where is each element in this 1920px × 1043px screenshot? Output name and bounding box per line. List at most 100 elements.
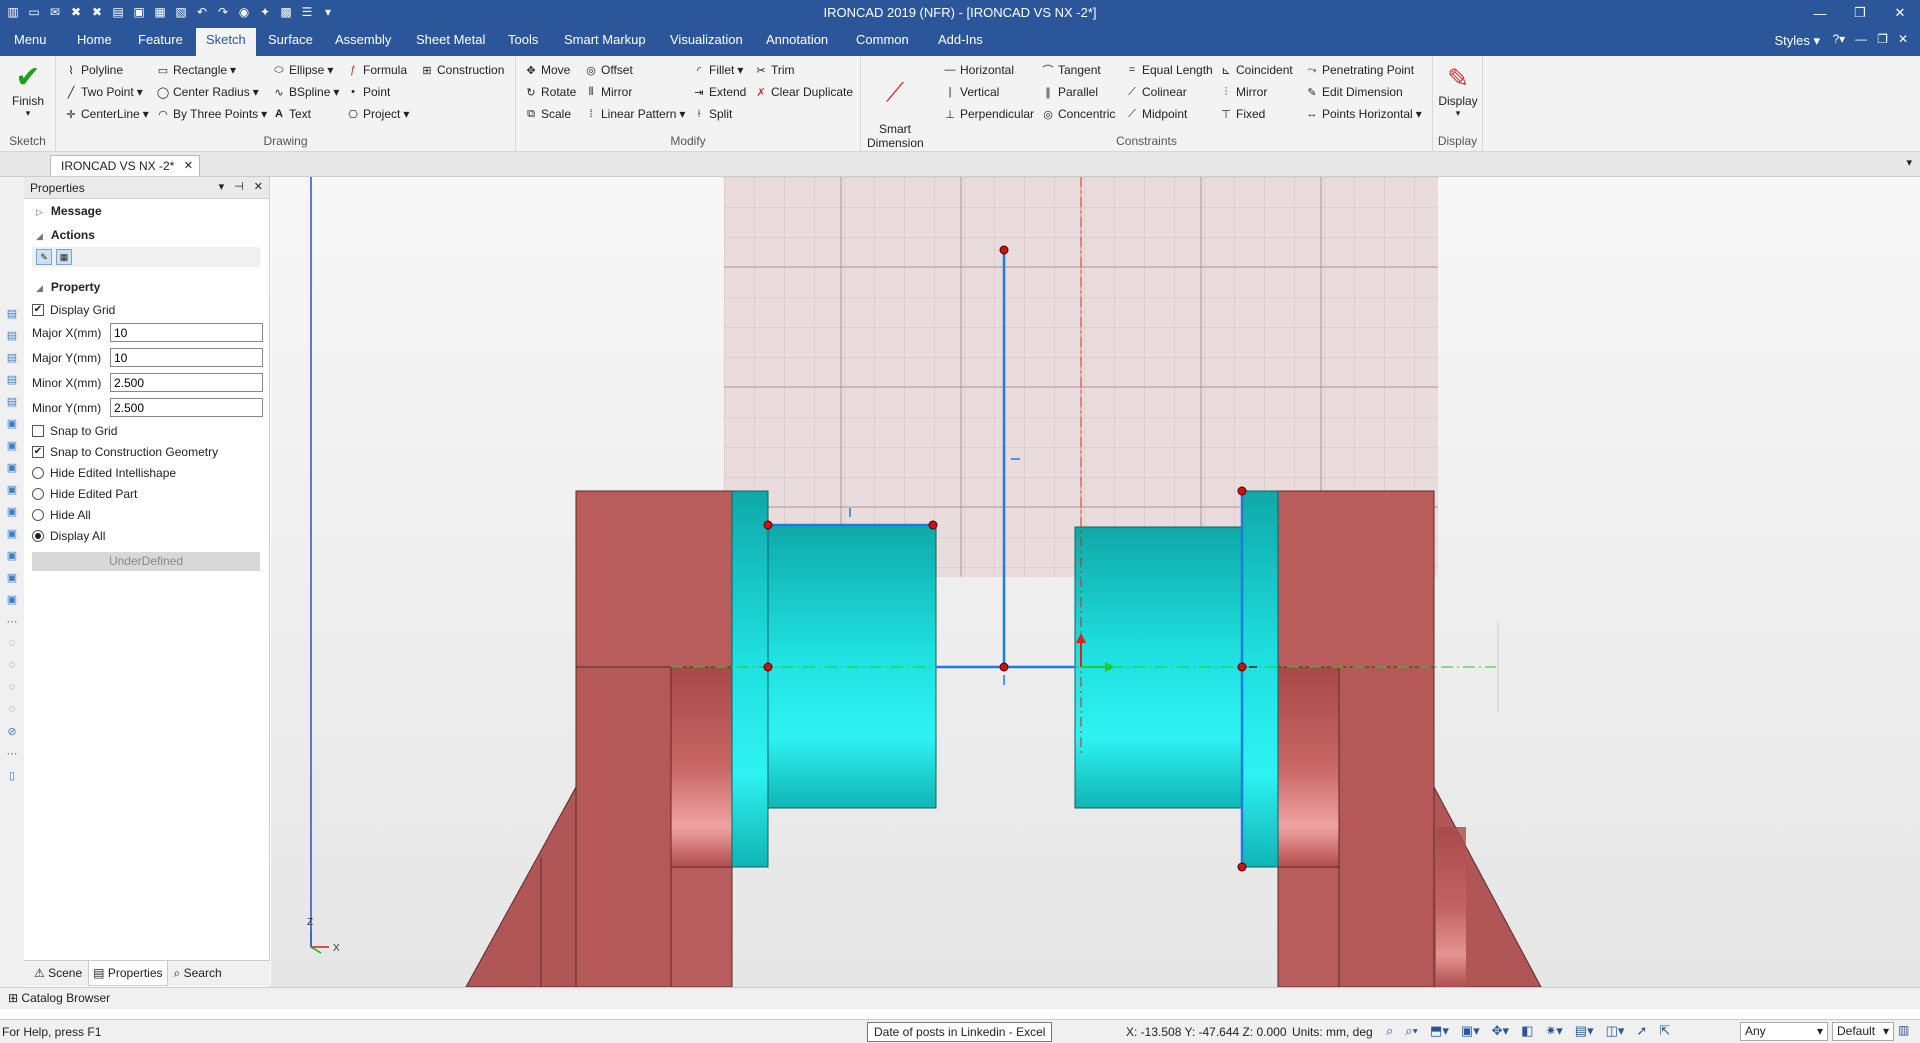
tool-icon-20[interactable]: ⊘ (0, 725, 24, 747)
zoom-dropdown-icon[interactable]: ⌕▾ (1405, 1023, 1418, 1039)
snap-to-grid-checkbox[interactable]: Snap to Grid (24, 420, 269, 441)
display-grid-checkbox[interactable]: ✔ Display Grid (24, 299, 269, 320)
app-logo-icon[interactable]: ▥ (4, 3, 22, 21)
fixed-button[interactable]: ⊤ Fixed (1219, 107, 1265, 121)
tool-icon-11[interactable]: ▣ (0, 527, 24, 549)
major-x-input[interactable] (110, 323, 263, 342)
render-mode-icon[interactable]: ▣▾ (1461, 1023, 1480, 1039)
three-points-button[interactable]: ◠ By Three Points ▾ (156, 107, 267, 121)
tab-feature[interactable]: Feature (134, 32, 187, 47)
edit-action-icon[interactable]: ✎ (36, 249, 52, 265)
catalog-browser-bar[interactable]: ⊞ Catalog Browser (0, 987, 1920, 1009)
radio-hide-edited-part[interactable]: Hide Edited Part (24, 483, 269, 504)
tab-common[interactable]: Common (852, 32, 913, 47)
print-icon[interactable]: ▦ (151, 3, 169, 21)
tool-icon-15[interactable]: ⋯ (0, 615, 24, 637)
points-horizontal-button[interactable]: ↔ Points Horizontal ▾ (1305, 107, 1422, 121)
new-part-icon[interactable]: ✉ (46, 3, 64, 21)
properties-tab[interactable]: ▤ Properties (88, 961, 168, 986)
lights-icon[interactable]: ✷▾ (1545, 1023, 1562, 1039)
tab-visualization[interactable]: Visualization (666, 32, 747, 47)
new-drawing-icon[interactable]: ✖ (88, 3, 106, 21)
close-icon[interactable]: ✕ (1880, 0, 1920, 26)
concentric-button[interactable]: ◎ Concentric (1041, 107, 1115, 121)
tab-assembly[interactable]: Assembly (331, 32, 395, 47)
scale-button[interactable]: ⧉ Scale (524, 107, 571, 121)
tool-icon-2[interactable]: ▤ (0, 329, 24, 351)
undo-icon[interactable]: ↶ (193, 3, 211, 21)
tool-icon-16[interactable]: ◌ (0, 637, 24, 659)
tool-icon-21[interactable]: ⋯ (0, 747, 24, 769)
penetrating-point-button[interactable]: ⤳ Penetrating Point (1305, 63, 1414, 77)
close-tab-icon[interactable]: ✕ (184, 159, 193, 172)
pointer-icon[interactable]: ➚ (1636, 1023, 1647, 1039)
rotate-button[interactable]: ↻ Rotate (524, 85, 576, 99)
tool-icon-6[interactable]: ▣ (0, 417, 24, 439)
help-icon[interactable]: ?▾ (1832, 32, 1845, 46)
snap-to-construction-checkbox[interactable]: ✔ Snap to Construction Geometry (24, 441, 269, 462)
tab-list-dropdown-icon[interactable]: ▾ (1906, 156, 1912, 169)
clear-duplicate-button[interactable]: ✗ Clear Duplicate (754, 85, 853, 99)
offset-button[interactable]: ◎ Offset (584, 63, 633, 77)
mirror-button[interactable]: ⫴ Mirror (584, 85, 633, 99)
tool-icon-10[interactable]: ▣ (0, 505, 24, 527)
tool-icon-7[interactable]: ▣ (0, 439, 24, 461)
star-icon[interactable]: ✦ (256, 3, 274, 21)
orient-icon[interactable]: ✥▾ (1492, 1023, 1509, 1039)
qat-dropdown-icon[interactable]: ▾ (319, 3, 337, 21)
tab-annotation[interactable]: Annotation (762, 32, 832, 47)
tool-icon-1[interactable]: ▤ (0, 307, 24, 329)
parallel-button[interactable]: ∥ Parallel (1041, 85, 1098, 99)
tab-add-ins[interactable]: Add-Ins (934, 32, 987, 47)
open-icon[interactable]: ▤ (109, 3, 127, 21)
status-extra-icon[interactable]: ▥ (1898, 1023, 1909, 1037)
list-icon[interactable]: ☰ (298, 3, 316, 21)
centerline-button[interactable]: ✛ CenterLine ▾ (64, 107, 148, 121)
3d-viewport[interactable]: Z X (271, 177, 1920, 987)
scene-tab[interactable]: ⚠ Scene (30, 961, 86, 986)
midpoint-button[interactable]: ⟋ Midpoint (1125, 107, 1187, 121)
point-button[interactable]: • Point (346, 85, 390, 99)
layout-icon[interactable]: ▩ (277, 3, 295, 21)
fillet-button[interactable]: ◜ Fillet ▾ (692, 63, 744, 77)
tab-smart-markup[interactable]: Smart Markup (560, 32, 650, 47)
minimize-icon[interactable]: — (1800, 0, 1840, 26)
restore-icon[interactable]: ❐ (1840, 0, 1880, 26)
two-point-button[interactable]: ╱ Two Point ▾ (64, 85, 143, 99)
camera-icon[interactable]: ▤▾ (1575, 1023, 1594, 1039)
style-dropdown[interactable]: Default ▾ (1832, 1022, 1894, 1041)
table-action-icon[interactable]: ▦ (56, 249, 72, 265)
tab-tools[interactable]: Tools (504, 32, 542, 47)
ribbon-restore-icon[interactable]: ❐ (1877, 32, 1888, 46)
tab-menu[interactable]: Menu (10, 32, 51, 47)
panel-close-icon[interactable]: ✕ (254, 180, 263, 193)
pin-icon[interactable]: ⊣ (234, 180, 244, 193)
project-button[interactable]: ⎔ Project ▾ (346, 107, 409, 121)
tool-icon-12[interactable]: ▣ (0, 549, 24, 571)
horizontal-button[interactable]: — Horizontal (943, 63, 1015, 77)
property-section[interactable]: ◢ Property (24, 275, 269, 299)
save-icon[interactable]: ▣ (130, 3, 148, 21)
tangent-button[interactable]: ⌒ Tangent (1041, 63, 1101, 77)
tool-icon-18[interactable]: ◌ (0, 681, 24, 703)
new-scene-icon[interactable]: ✖ (67, 3, 85, 21)
radio-hide-edited-intellishape[interactable]: Hide Edited Intellishape (24, 462, 269, 483)
globe-icon[interactable]: ◉ (235, 3, 253, 21)
zoom-icon[interactable]: ⌕ (1386, 1023, 1393, 1039)
tool-icon-3[interactable]: ▤ (0, 351, 24, 373)
styles-dropdown[interactable]: Styles ▾ (1774, 33, 1820, 49)
vertical-button[interactable]: | Vertical (943, 85, 1000, 99)
minor-y-input[interactable] (110, 398, 263, 417)
section-icon[interactable]: ◧ (1521, 1023, 1533, 1039)
major-y-input[interactable] (110, 348, 263, 367)
ellipse-button[interactable]: ⬭ Ellipse ▾ (272, 63, 333, 77)
tool-icon-4[interactable]: ▤ (0, 373, 24, 395)
polyline-button[interactable]: ⌇ Polyline (64, 63, 123, 77)
coincident-button[interactable]: ⊾ Coincident (1219, 63, 1292, 77)
text-button[interactable]: A Text (272, 107, 311, 121)
tab-home[interactable]: Home (73, 32, 116, 47)
message-section[interactable]: ▷ Message (24, 199, 269, 223)
tool-icon-14[interactable]: ▣ (0, 593, 24, 615)
perpendicular-button[interactable]: ⊥ Perpendicular (943, 107, 1034, 121)
smart-dimension-button[interactable]: ⟋ Smart Dimension (867, 62, 924, 164)
